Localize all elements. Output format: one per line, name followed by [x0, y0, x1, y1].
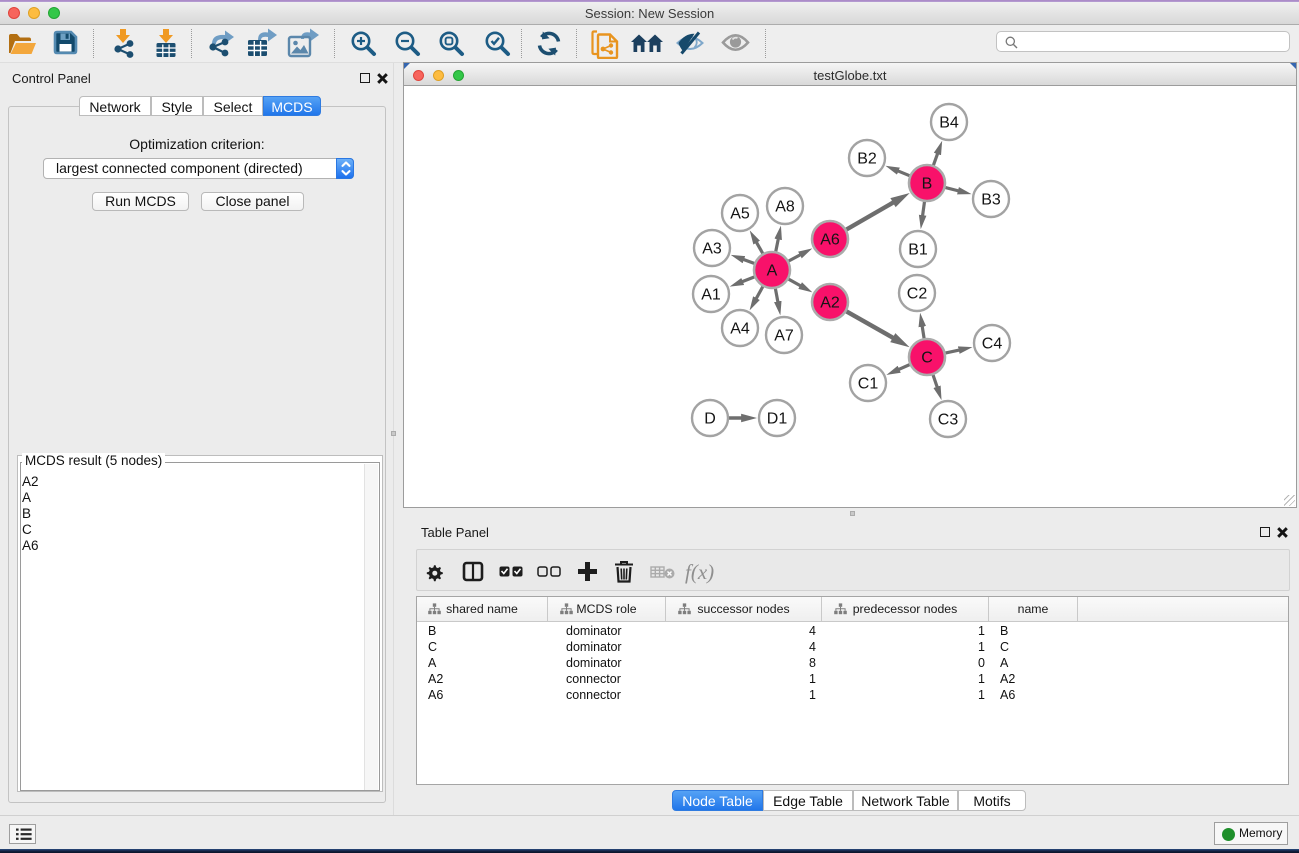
svg-text:A7: A7 — [774, 328, 794, 345]
svg-text:B4: B4 — [939, 115, 959, 132]
svg-text:A1: A1 — [701, 287, 721, 304]
svg-text:A3: A3 — [702, 241, 722, 258]
svg-text:C2: C2 — [907, 286, 928, 303]
svg-text:C3: C3 — [938, 412, 959, 429]
svg-text:A2: A2 — [820, 295, 840, 312]
svg-text:C1: C1 — [858, 376, 879, 393]
svg-text:D: D — [704, 411, 716, 428]
svg-text:A: A — [767, 263, 778, 280]
svg-text:B1: B1 — [908, 242, 928, 259]
svg-text:B2: B2 — [857, 151, 877, 168]
svg-text:B3: B3 — [981, 192, 1001, 209]
svg-text:A5: A5 — [730, 206, 750, 223]
svg-text:B: B — [922, 176, 933, 193]
svg-text:A6: A6 — [820, 232, 840, 249]
svg-text:C4: C4 — [982, 336, 1003, 353]
svg-text:A8: A8 — [775, 199, 795, 216]
svg-text:C: C — [921, 350, 933, 367]
svg-text:A4: A4 — [730, 321, 750, 338]
svg-text:D1: D1 — [767, 411, 788, 428]
